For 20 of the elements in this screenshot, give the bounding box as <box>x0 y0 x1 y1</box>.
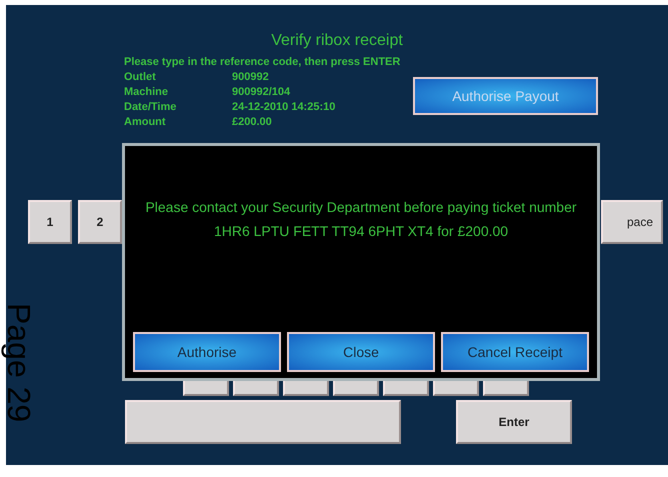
code-input-field[interactable] <box>125 400 401 444</box>
field-value: 24-12-2010 14:25:10 <box>232 100 336 115</box>
dialog-button[interactable]: Cancel Receipt <box>441 332 589 372</box>
screen-title: Verify ribox receipt <box>271 31 403 51</box>
dialog-button[interactable]: Authorise <box>133 332 281 372</box>
enter-key[interactable]: Enter <box>456 400 572 444</box>
field-value: 900992 <box>232 70 269 85</box>
keypad-key[interactable]: 1 <box>28 200 72 244</box>
instruction-text: Please type in the reference code, then press ENTER <box>124 55 400 70</box>
page-number: Page 29 <box>3 303 35 424</box>
dialog-message: Please contact your Security Department before paying ticket number 1HR6 LPTU FETT TT94 6PHT XT4 for £200.00 <box>144 198 578 241</box>
keypad-key[interactable]: 2 <box>78 200 122 244</box>
field-label: Date/Time <box>124 100 178 115</box>
field-label: Outlet <box>124 70 157 85</box>
backspace-key[interactable]: pace <box>601 200 663 244</box>
field-value: 900992/104 <box>232 85 290 100</box>
dialog-button[interactable]: Close <box>287 332 435 372</box>
field-label: Machine <box>124 85 170 100</box>
field-value: £200.00 <box>232 115 272 130</box>
field-label: Amount <box>124 115 167 130</box>
